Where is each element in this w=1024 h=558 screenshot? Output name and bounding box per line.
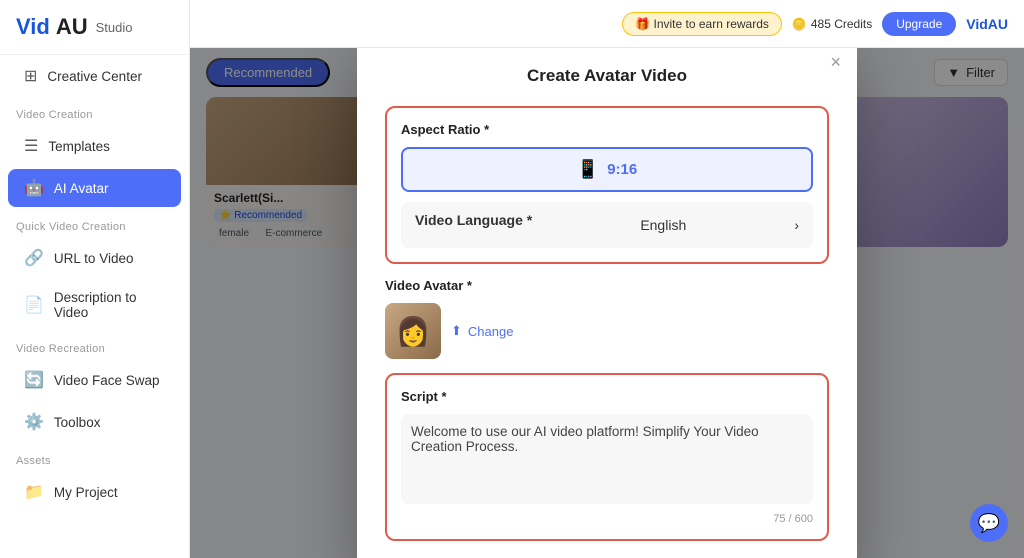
script-textarea[interactable]: Welcome to use our AI video platform! Si… [401, 414, 813, 504]
video-avatar-label: Video Avatar * [385, 278, 829, 293]
toolbox-icon: ⚙️ [24, 412, 44, 432]
video-recreation-section-label: Video Recreation [0, 331, 189, 359]
aspect-ratio-value: 9:16 [607, 161, 637, 178]
topbar-brand: VidAU [966, 16, 1008, 32]
modal-overlay: Create Avatar Video × Aspect Ratio * 📱 9… [190, 48, 1024, 558]
credits-display: 🪙 485 Credits [792, 17, 872, 31]
creative-center-label: Creative Center [47, 69, 142, 84]
language-value: English [640, 217, 686, 233]
quick-creation-section-label: Quick Video Creation [0, 209, 189, 237]
video-language-label: Video Language * [415, 212, 532, 228]
content-area: Recommended ▼ Filter Scarlett(Si... ⭐ Re… [190, 48, 1024, 558]
main-content: 🎁 Invite to earn rewards 🪙 485 Credits U… [190, 0, 1024, 558]
invite-button[interactable]: 🎁 Invite to earn rewards [622, 12, 782, 36]
sidebar: VidAU Studio ⊞ Creative Center Video Cre… [0, 0, 190, 558]
grid-icon: ⊞ [24, 66, 37, 86]
ai-avatar-label: AI Avatar [54, 181, 109, 196]
aspect-ratio-button[interactable]: 📱 9:16 [401, 147, 813, 192]
sidebar-item-my-project[interactable]: 📁 My Project [8, 473, 181, 511]
chevron-right-icon: › [794, 217, 799, 233]
logo-au: AU [56, 14, 88, 40]
script-counter: 75 / 600 [401, 513, 813, 525]
upgrade-button[interactable]: Upgrade [882, 12, 956, 36]
description-to-video-label: Description to Video [54, 290, 165, 320]
my-project-label: My Project [54, 485, 118, 500]
sidebar-item-description-to-video[interactable]: 📄 Description to Video [8, 281, 181, 329]
chat-icon: 💬 [978, 513, 1000, 534]
change-icon: ⬆ [451, 323, 462, 339]
templates-icon: ☰ [24, 136, 38, 156]
avatar-icon: 🤖 [24, 178, 44, 198]
aspect-ratio-label: Aspect Ratio * [401, 122, 813, 137]
credits-count: 485 Credits [811, 17, 872, 31]
sidebar-item-url-to-video[interactable]: 🔗 URL to Video [8, 239, 181, 277]
invite-icon: 🎁 [635, 17, 650, 31]
sidebar-item-ai-avatar[interactable]: 🤖 AI Avatar [8, 169, 181, 207]
modal-title: Create Avatar Video [385, 66, 829, 86]
logo-studio: Studio [96, 20, 133, 35]
link-icon: 🔗 [24, 248, 44, 268]
create-avatar-modal: Create Avatar Video × Aspect Ratio * 📱 9… [357, 48, 857, 558]
sidebar-item-toolbox[interactable]: ⚙️ Toolbox [8, 403, 181, 441]
video-avatar-section: Video Avatar * 👩 ⬆ Change [385, 278, 829, 359]
chat-support-button[interactable]: 💬 [970, 504, 1008, 542]
assets-section-label: Assets [0, 443, 189, 471]
video-creation-section-label: Video Creation [0, 97, 189, 125]
change-label: Change [468, 324, 514, 339]
phone-icon: 📱 [577, 159, 599, 180]
script-section: Script * Welcome to use our AI video pla… [385, 373, 829, 541]
modal-close-button[interactable]: × [830, 52, 841, 73]
toolbox-label: Toolbox [54, 415, 101, 430]
avatar-row: 👩 ⬆ Change [385, 303, 829, 359]
avatar-person-icon: 👩 [396, 315, 431, 348]
sidebar-item-creative-center[interactable]: ⊞ Creative Center [8, 57, 181, 95]
change-avatar-button[interactable]: ⬆ Change [451, 323, 513, 339]
description-icon: 📄 [24, 295, 44, 315]
invite-label: Invite to earn rewards [654, 17, 769, 31]
face-swap-icon: 🔄 [24, 370, 44, 390]
sidebar-item-face-swap[interactable]: 🔄 Video Face Swap [8, 361, 181, 399]
project-icon: 📁 [24, 482, 44, 502]
topbar: 🎁 Invite to earn rewards 🪙 485 Credits U… [190, 0, 1024, 48]
aspect-ratio-section: Aspect Ratio * 📱 9:16 Video Language * E… [385, 106, 829, 264]
script-label: Script * [401, 389, 813, 404]
video-language-row[interactable]: Video Language * English › [401, 202, 813, 248]
templates-label: Templates [48, 139, 110, 154]
sidebar-item-templates[interactable]: ☰ Templates [8, 127, 181, 165]
avatar-thumbnail: 👩 [385, 303, 441, 359]
face-swap-label: Video Face Swap [54, 373, 160, 388]
logo-vid: Vid [16, 14, 50, 40]
credits-icon: 🪙 [792, 17, 807, 31]
url-to-video-label: URL to Video [54, 251, 134, 266]
logo-area: VidAU Studio [0, 0, 189, 55]
